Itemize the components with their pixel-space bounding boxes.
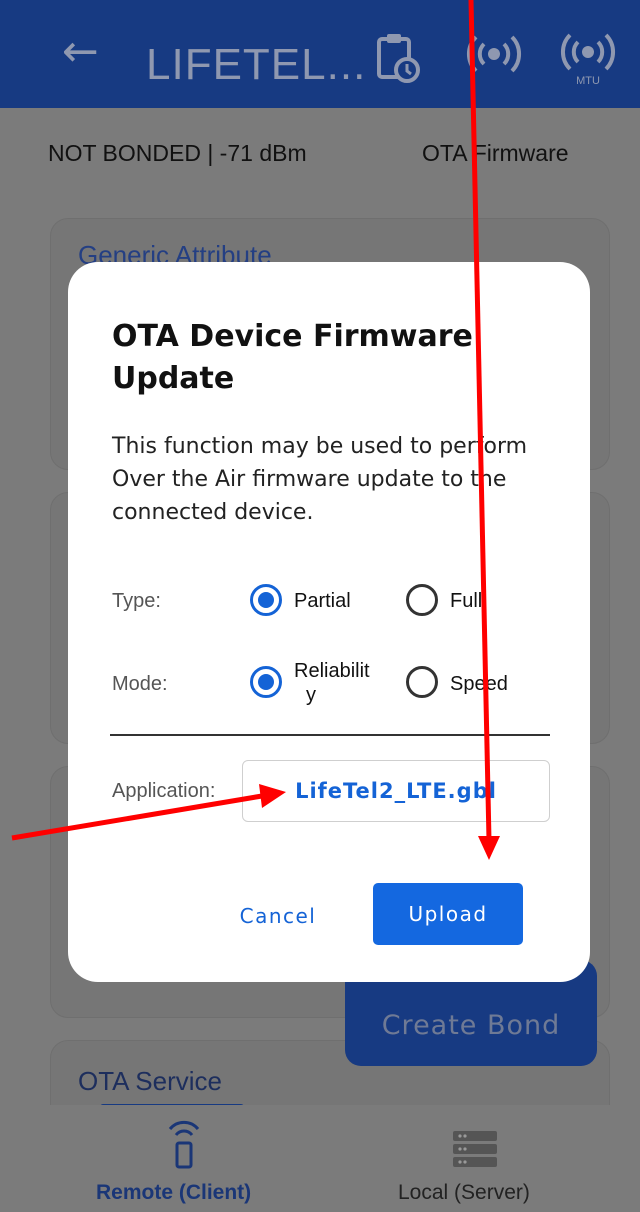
type-label: Type: bbox=[112, 590, 161, 612]
ota-service-label: OTA Service bbox=[78, 1066, 223, 1096]
local-server-icon[interactable] bbox=[452, 1130, 498, 1168]
bond-status-text: NOT BONDED | -71 dBm bbox=[48, 140, 307, 166]
radio-type-partial-label[interactable]: Partial bbox=[294, 590, 351, 612]
svg-text:MTU: MTU bbox=[576, 75, 600, 87]
upload-button[interactable]: Upload bbox=[373, 883, 523, 945]
remote-client-icon[interactable] bbox=[166, 1115, 202, 1171]
history-clipboard-icon[interactable] bbox=[374, 32, 422, 84]
dialog-divider bbox=[110, 734, 550, 736]
app-title: LIFETEL... bbox=[146, 40, 367, 89]
radio-type-full-label[interactable]: Full bbox=[450, 590, 482, 612]
radio-mode-reliability[interactable] bbox=[250, 666, 282, 698]
radio-mode-speed[interactable] bbox=[406, 666, 438, 698]
application-file-field[interactable]: LifeTel2_LTE.gbl bbox=[242, 760, 550, 822]
radio-type-partial[interactable] bbox=[250, 584, 282, 616]
application-label: Application: bbox=[112, 780, 216, 802]
radio-mode-speed-label[interactable]: Speed bbox=[450, 673, 508, 695]
radio-mode-reliability-label[interactable]: Reliabilit bbox=[294, 660, 370, 682]
tab-local-server[interactable]: Local (Server) bbox=[398, 1181, 530, 1205]
dialog-description: This function may be used to perform Ove… bbox=[112, 434, 528, 525]
ota-firmware-label[interactable]: OTA Firmware bbox=[422, 140, 569, 167]
mode-label: Mode: bbox=[112, 673, 168, 695]
top-app-bar: ← LIFETEL... MTU bbox=[0, 0, 640, 108]
cancel-button[interactable]: Cancel bbox=[218, 896, 338, 936]
signal-broadcast-icon[interactable] bbox=[466, 32, 522, 76]
dialog-title: OTA Device Firmware Update bbox=[112, 319, 473, 396]
mtu-broadcast-icon[interactable]: MTU bbox=[560, 32, 616, 88]
tab-remote-client[interactable]: Remote (Client) bbox=[96, 1181, 251, 1205]
back-arrow-icon[interactable]: ← bbox=[62, 30, 99, 74]
ota-update-dialog: OTA Device Firmware Update This function… bbox=[68, 262, 590, 982]
radio-mode-reliability-label-wrap[interactable]: y bbox=[306, 684, 316, 706]
radio-type-full[interactable] bbox=[406, 584, 438, 616]
